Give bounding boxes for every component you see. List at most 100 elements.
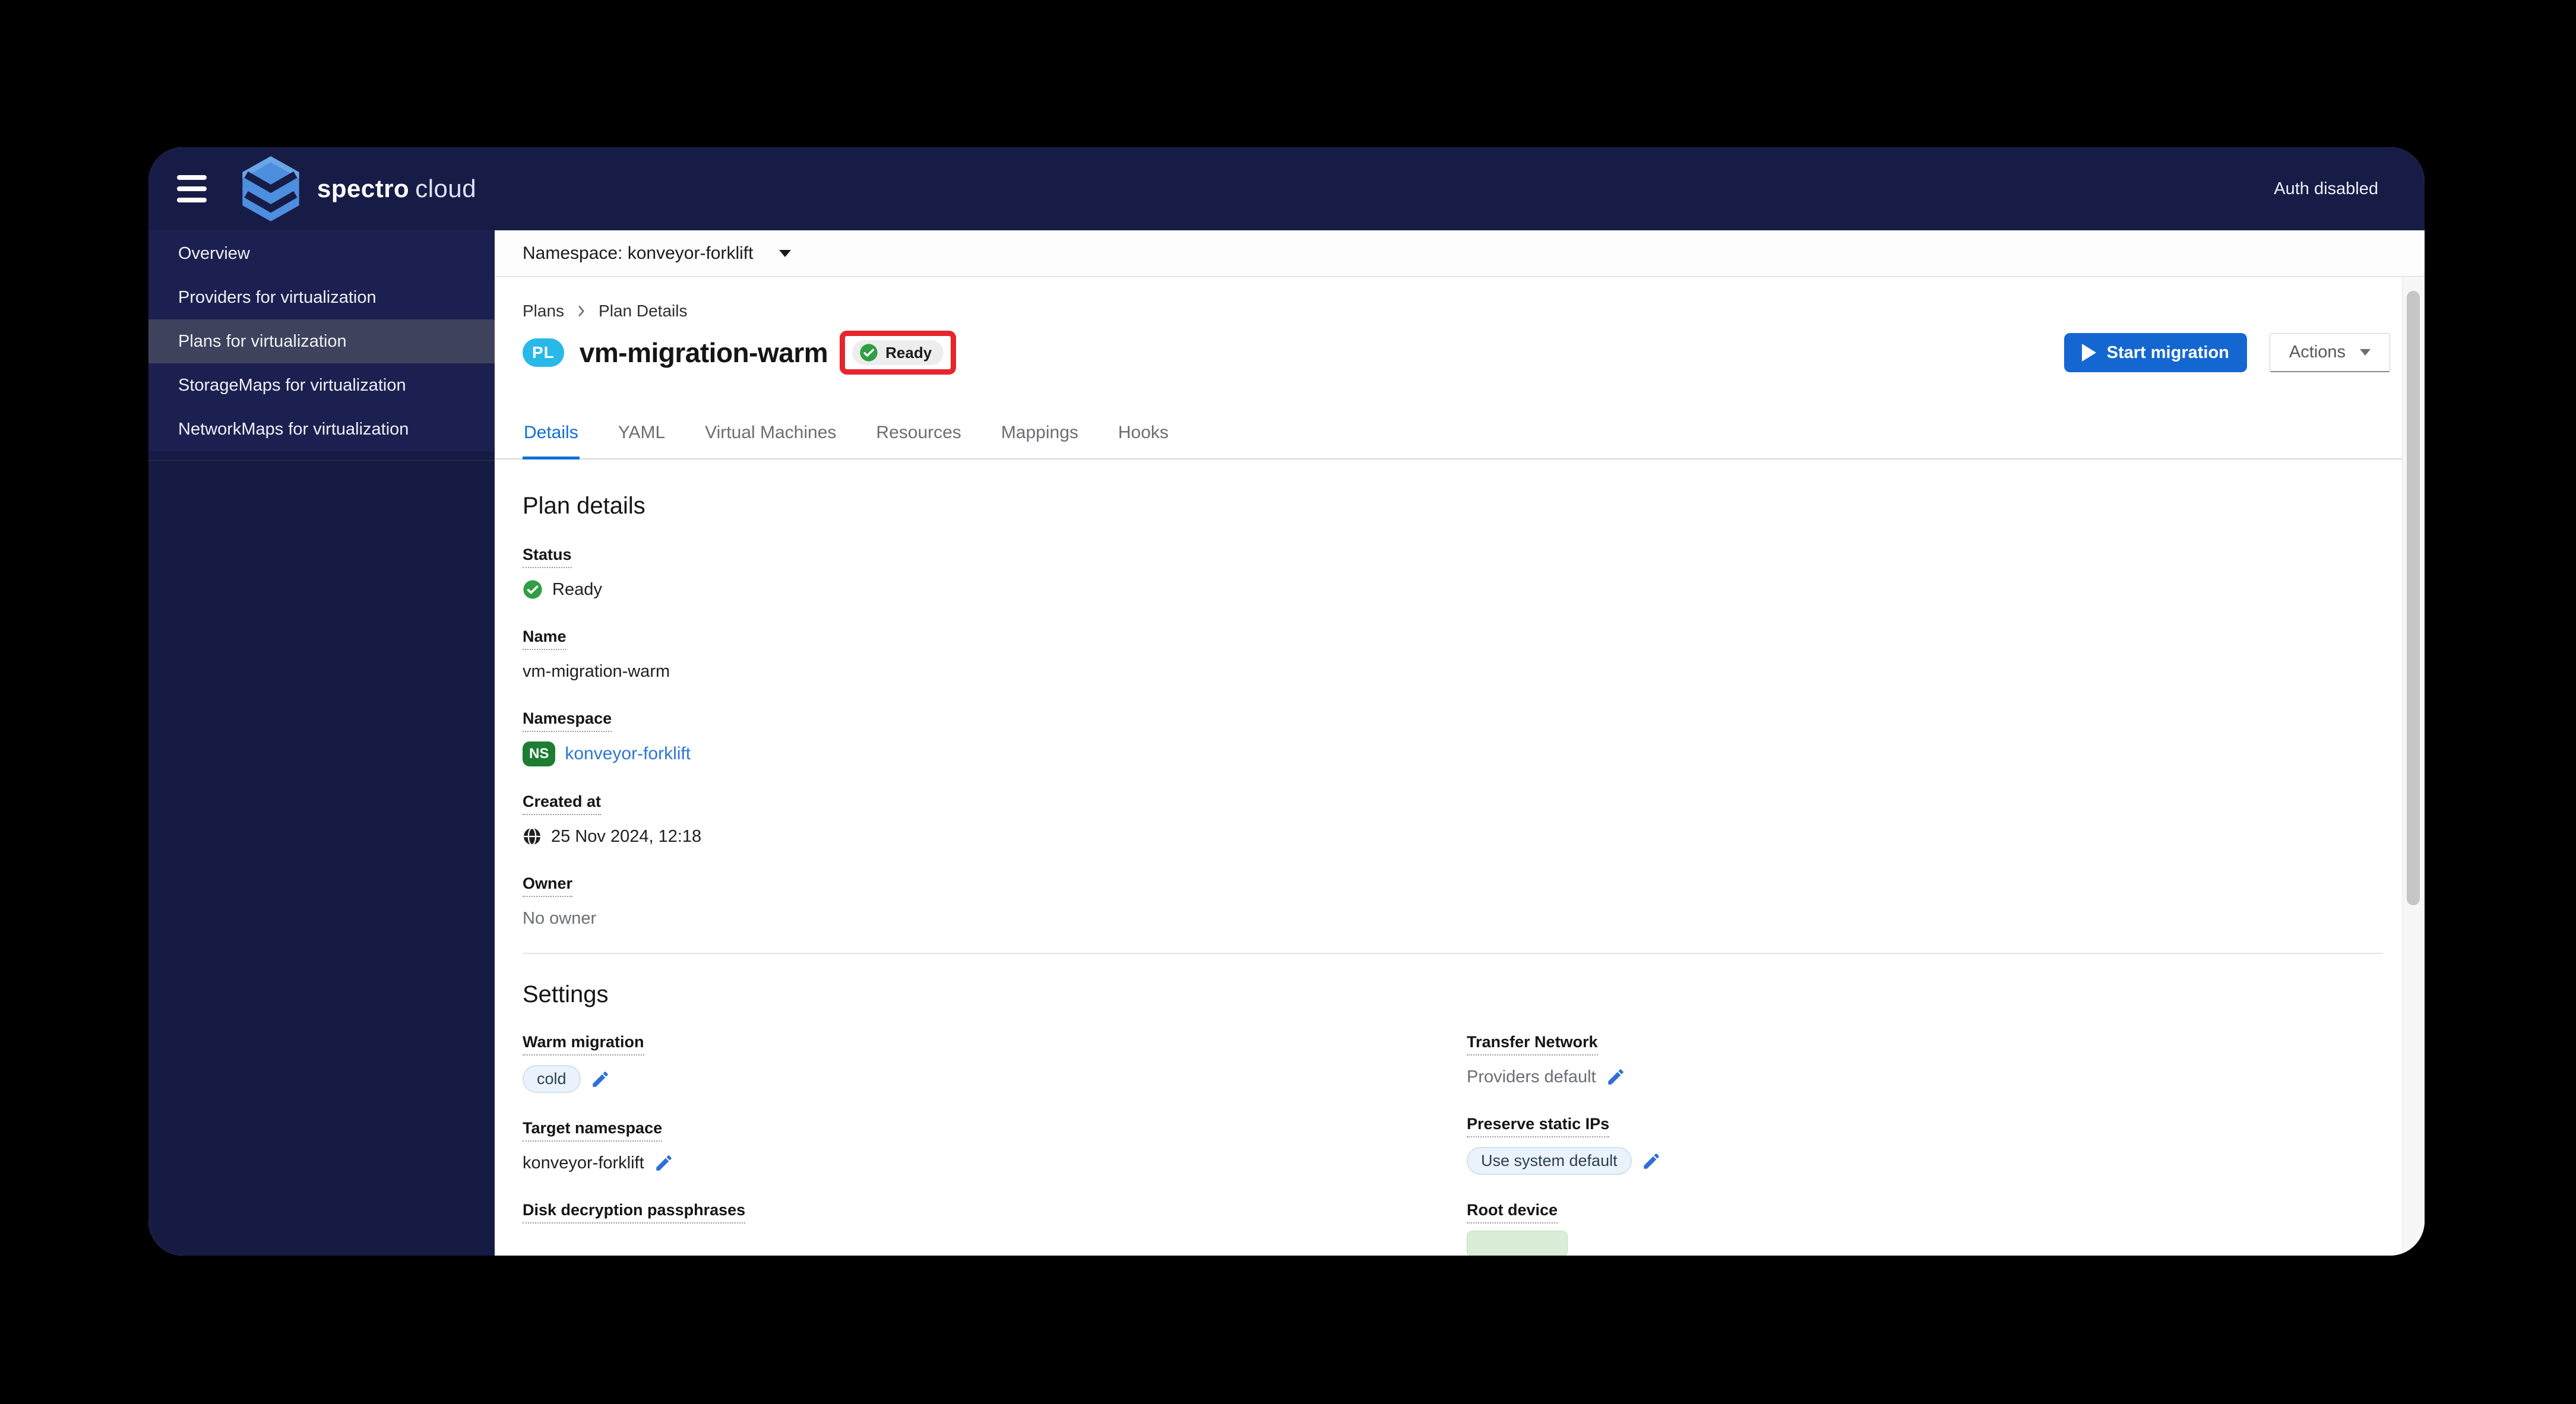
field-transfer-network: Transfer Network Providers default [1467, 1033, 2425, 1089]
page-content: Plans Plan Details PL vm-migration-warm [495, 277, 2425, 1256]
field-root-device: Root device [1467, 1201, 2425, 1256]
brand-bold: spectro [317, 175, 410, 202]
status-value: Ready [523, 578, 2425, 601]
warm-migration-label: Warm migration [523, 1033, 644, 1056]
field-disk-decryption: Disk decryption passphrases [523, 1201, 1467, 1224]
spectro-cloud-logo-icon [242, 156, 299, 221]
field-status: Status Ready [523, 546, 2425, 601]
sidebar-item-plans[interactable]: Plans for virtualization [148, 319, 495, 363]
breadcrumb-plans[interactable]: Plans [523, 302, 564, 321]
preserve-static-ips-label: Preserve static IPs [1467, 1115, 1610, 1137]
tab-details[interactable]: Details [523, 412, 580, 459]
play-icon [2081, 344, 2096, 362]
check-circle-icon [860, 344, 878, 362]
sidebar-item-networkmaps[interactable]: NetworkMaps for virtualization [148, 407, 495, 451]
status-badge: Ready [852, 340, 944, 365]
tab-bar: Details YAML Virtual Machines Resources … [495, 412, 2425, 459]
root-device-label: Root device [1467, 1201, 1558, 1224]
tab-resources[interactable]: Resources [875, 412, 962, 458]
preserve-static-ips-value: Use system default [1467, 1147, 2425, 1175]
plan-details-heading: Plan details [523, 493, 645, 519]
section-divider [523, 953, 2383, 954]
target-namespace-label: Target namespace [523, 1119, 663, 1142]
disk-decryption-label: Disk decryption passphrases [523, 1201, 746, 1224]
sidebar-item-storagemaps[interactable]: StorageMaps for virtualization [148, 363, 495, 407]
sidebar-item-providers[interactable]: Providers for virtualization [148, 275, 495, 319]
namespace-selector-bar[interactable]: Namespace: konveyor-forklift [495, 230, 2425, 277]
name-value: vm-migration-warm [523, 661, 670, 681]
field-namespace: Namespace NS konveyor-forklift [523, 709, 2425, 766]
sidebar-menu: Overview Providers for virtualization Pl… [148, 230, 495, 451]
check-circle-icon [523, 580, 542, 599]
start-migration-button[interactable]: Start migration [2064, 333, 2247, 372]
preserve-static-ips-pill: Use system default [1467, 1147, 1632, 1175]
page-title: vm-migration-warm [579, 337, 828, 368]
tab-hooks[interactable]: Hooks [1117, 412, 1170, 458]
brand-text: spectro cloud [317, 175, 476, 203]
namespace-selector-label: Namespace: konveyor-forklift [523, 243, 754, 263]
actions-dropdown-button[interactable]: Actions [2269, 333, 2390, 372]
transfer-network-text: Providers default [1467, 1067, 1596, 1086]
field-preserve-static-ips: Preserve static IPs Use system default [1467, 1115, 2425, 1175]
settings-heading: Settings [523, 981, 609, 1007]
status-badge-label: Ready [885, 343, 932, 362]
auth-status-label: Auth disabled [2274, 179, 2378, 198]
root-device-value-pill [1467, 1231, 1568, 1256]
globe-icon [524, 827, 540, 846]
header-actions: Start migration Actions [2064, 333, 2390, 372]
plan-resource-badge: PL [523, 338, 564, 367]
status-value-text: Ready [552, 579, 602, 599]
title-group: PL vm-migration-warm Ready [523, 331, 957, 375]
namespace-link[interactable]: konveyor-forklift [565, 744, 691, 764]
namespace-label: Namespace [523, 709, 612, 732]
owner-label: Owner [523, 874, 573, 897]
owner-value: No owner [523, 908, 597, 928]
tab-yaml[interactable]: YAML [617, 412, 666, 458]
plan-details-section: Plan details Status Ready Name vm-migrat… [495, 493, 2425, 930]
chevron-right-icon [574, 303, 589, 319]
namespace-resource-badge: NS [523, 741, 556, 766]
target-namespace-value: konveyor-forklift [523, 1151, 1467, 1175]
pencil-icon[interactable] [1606, 1067, 1626, 1087]
settings-right-column: Transfer Network Providers default Prese… [1467, 1007, 2425, 1256]
page-header-row: PL vm-migration-warm Ready Start migrati… [495, 328, 2425, 378]
brand-light: cloud [415, 175, 477, 202]
screen-background: spectro cloud Auth disabled Overview Prov… [0, 0, 2576, 1404]
name-label: Name [523, 627, 567, 650]
created-at-text: 25 Nov 2024, 12:18 [551, 826, 702, 846]
actions-label: Actions [2289, 343, 2346, 362]
field-target-namespace: Target namespace konveyor-forklift [523, 1119, 1467, 1175]
chevron-down-icon[interactable] [779, 249, 792, 257]
pencil-icon[interactable] [590, 1069, 610, 1089]
tab-virtual-machines[interactable]: Virtual Machines [704, 412, 837, 458]
field-owner: Owner No owner [523, 874, 2425, 930]
target-namespace-text: konveyor-forklift [523, 1153, 644, 1172]
annotation-highlight-box: Ready [840, 331, 957, 375]
app-window: spectro cloud Auth disabled Overview Prov… [148, 147, 2425, 1256]
main-panel: Namespace: konveyor-forklift Plans Plan … [495, 230, 2425, 1256]
field-name: Name vm-migration-warm [523, 627, 2425, 683]
breadcrumb: Plans Plan Details [523, 302, 2425, 321]
namespace-value: NS konveyor-forklift [523, 741, 2425, 766]
breadcrumb-plan-details: Plan Details [599, 302, 688, 320]
hamburger-menu-icon[interactable] [177, 175, 207, 202]
pencil-icon[interactable] [654, 1153, 674, 1173]
start-migration-label: Start migration [2106, 343, 2229, 362]
settings-grid: Warm migration cold Target namespace kon… [523, 1007, 2425, 1256]
sidebar: Overview Providers for virtualization Pl… [148, 230, 495, 1256]
field-warm-migration: Warm migration cold [523, 1033, 1467, 1093]
created-at-value: 25 Nov 2024, 12:18 [523, 825, 2425, 848]
transfer-network-label: Transfer Network [1467, 1033, 1598, 1056]
pencil-icon[interactable] [1641, 1151, 1662, 1171]
tab-mappings[interactable]: Mappings [1000, 412, 1080, 458]
status-label: Status [523, 546, 572, 568]
settings-section: Settings Warm migration cold Target name… [495, 981, 2425, 1256]
warm-migration-pill: cold [523, 1065, 581, 1093]
scrollbar-thumb[interactable] [2407, 291, 2420, 905]
created-at-label: Created at [523, 793, 602, 815]
sidebar-item-overview[interactable]: Overview [148, 232, 495, 275]
brand: spectro cloud [240, 155, 476, 223]
vertical-scrollbar[interactable] [2402, 277, 2425, 1256]
field-created-at: Created at 25 Nov 2024, 12:18 [523, 793, 2425, 848]
top-bar: spectro cloud Auth disabled [148, 147, 2425, 230]
